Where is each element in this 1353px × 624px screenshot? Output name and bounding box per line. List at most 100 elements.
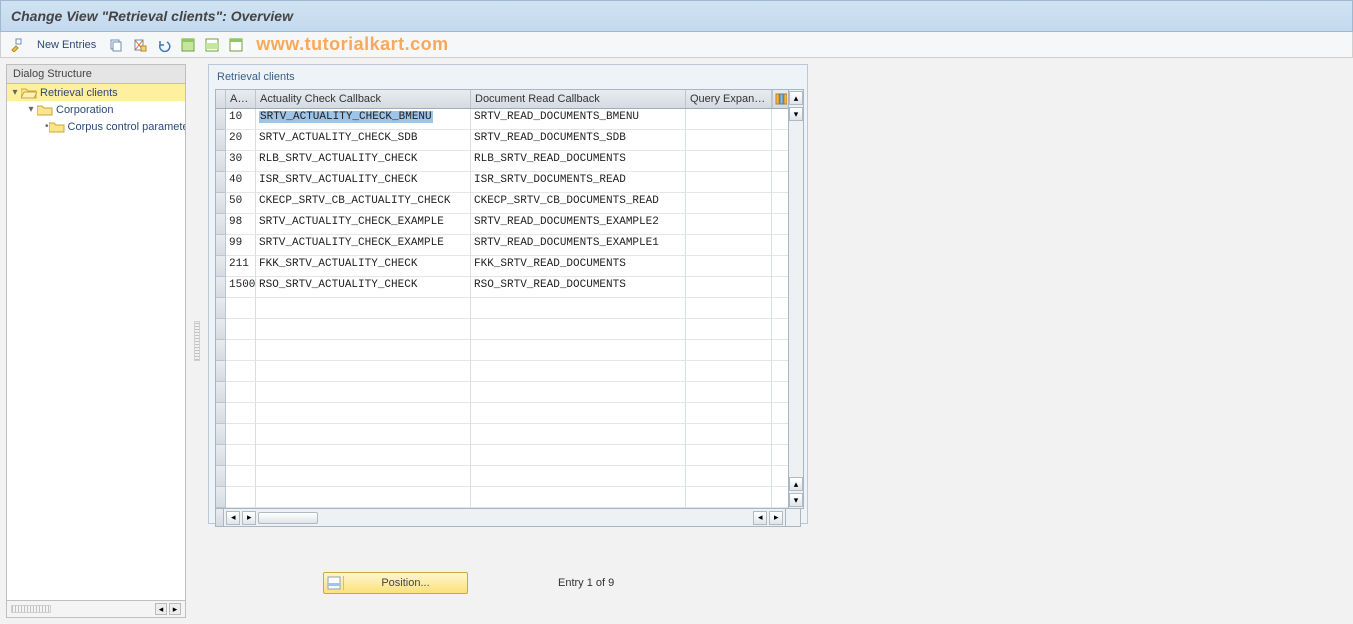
table-cell[interactable] <box>471 466 686 487</box>
table-cell[interactable]: 1500 <box>226 277 256 298</box>
table-cell[interactable] <box>226 424 256 445</box>
table-cell[interactable]: SRTV_READ_DOCUMENTS_BMENU <box>471 109 686 130</box>
table-cell[interactable] <box>471 445 686 466</box>
deselect-all-icon[interactable] <box>226 35 246 55</box>
row-selector[interactable] <box>216 130 226 151</box>
table-cell[interactable] <box>256 340 471 361</box>
table-cell[interactable] <box>686 340 772 361</box>
row-selector[interactable] <box>216 193 226 214</box>
select-all-icon[interactable] <box>178 35 198 55</box>
expander-icon[interactable]: ▾ <box>9 87 21 98</box>
table-cell[interactable] <box>256 361 471 382</box>
tree-node-retrieval-clients[interactable]: ▾ Retrieval clients <box>7 84 185 101</box>
row-selector[interactable] <box>216 382 226 403</box>
row-selector[interactable] <box>216 445 226 466</box>
horizontal-scrollbar[interactable]: ◂ ▸ ◂ ▸ <box>224 509 786 527</box>
select-block-icon[interactable] <box>202 35 222 55</box>
table-cell[interactable] <box>471 298 686 319</box>
table-config-icon[interactable] <box>772 90 788 108</box>
table-cell[interactable] <box>471 340 686 361</box>
scroll-right-icon[interactable]: ▸ <box>169 603 181 615</box>
table-cell[interactable] <box>226 298 256 319</box>
table-cell[interactable] <box>256 382 471 403</box>
row-selector[interactable] <box>216 277 226 298</box>
table-cell[interactable] <box>686 109 772 130</box>
table-cell[interactable]: 98 <box>226 214 256 235</box>
row-selector[interactable] <box>216 172 226 193</box>
table-cell[interactable] <box>256 466 471 487</box>
table-cell[interactable] <box>686 445 772 466</box>
toggle-display-change-icon[interactable] <box>7 35 27 55</box>
table-cell[interactable] <box>256 445 471 466</box>
table-cell[interactable]: CKECP_SRTV_CB_ACTUALITY_CHECK <box>256 193 471 214</box>
dialog-structure-tree[interactable]: ▾ Retrieval clients ▾ Corporation • Corp… <box>6 84 186 601</box>
vertical-scrollbar[interactable]: ▴ ▾ ▴ ▾ <box>789 89 804 509</box>
scroll-thumb[interactable] <box>258 512 318 524</box>
table-cell[interactable] <box>686 382 772 403</box>
table-cell[interactable]: SRTV_ACTUALITY_CHECK_SDB <box>256 130 471 151</box>
row-selector[interactable] <box>216 340 226 361</box>
row-selector[interactable] <box>216 256 226 277</box>
table-cell[interactable]: 30 <box>226 151 256 172</box>
row-selector[interactable] <box>216 235 226 256</box>
table-cell[interactable] <box>226 445 256 466</box>
table-cell[interactable]: 40 <box>226 172 256 193</box>
tree-node-corporation[interactable]: ▾ Corporation <box>7 101 185 118</box>
drag-handle-icon[interactable] <box>11 605 51 613</box>
table-cell[interactable] <box>471 361 686 382</box>
table-cell[interactable] <box>226 466 256 487</box>
table-cell[interactable] <box>471 382 686 403</box>
table-cell[interactable] <box>686 361 772 382</box>
column-header-document-read[interactable]: Document Read Callback <box>471 90 686 108</box>
table-cell[interactable]: 10 <box>226 109 256 130</box>
table-cell[interactable]: ISR_SRTV_DOCUMENTS_READ <box>471 172 686 193</box>
row-selector[interactable] <box>216 109 226 130</box>
new-entries-button[interactable]: New Entries <box>31 39 102 51</box>
table-cell[interactable]: 99 <box>226 235 256 256</box>
table-cell[interactable] <box>686 487 772 508</box>
scroll-right-icon[interactable]: ▸ <box>242 511 256 525</box>
table-cell[interactable] <box>471 319 686 340</box>
table-cell[interactable] <box>471 424 686 445</box>
column-header-query-expansion[interactable]: Query Expansio <box>686 90 772 108</box>
table-cell[interactable] <box>686 151 772 172</box>
table-cell[interactable]: SRTV_READ_DOCUMENTS_EXAMPLE2 <box>471 214 686 235</box>
row-selector[interactable] <box>216 361 226 382</box>
table-cell[interactable] <box>686 319 772 340</box>
table-cell[interactable] <box>686 277 772 298</box>
table-cell[interactable] <box>226 403 256 424</box>
row-selector[interactable] <box>216 151 226 172</box>
table-cell[interactable] <box>226 382 256 403</box>
row-selector[interactable] <box>216 319 226 340</box>
row-selector[interactable] <box>216 487 226 508</box>
table-cell[interactable]: SRTV_ACTUALITY_CHECK_BMENU <box>256 109 471 130</box>
table-cell[interactable]: 50 <box>226 193 256 214</box>
table-cell[interactable]: SRTV_READ_DOCUMENTS_SDB <box>471 130 686 151</box>
table-cell[interactable]: SRTV_ACTUALITY_CHECK_EXAMPLE <box>256 235 471 256</box>
scroll-right2-icon[interactable]: ▸ <box>769 511 783 525</box>
table-cell[interactable] <box>686 424 772 445</box>
table-cell[interactable] <box>256 403 471 424</box>
scroll-up-icon[interactable]: ▴ <box>789 91 803 105</box>
table-cell[interactable]: SRTV_READ_DOCUMENTS_EXAMPLE1 <box>471 235 686 256</box>
row-selector[interactable] <box>216 466 226 487</box>
column-header-ap[interactable]: Ap... <box>226 90 256 108</box>
scroll-left-icon[interactable]: ◂ <box>155 603 167 615</box>
table-cell[interactable]: RSO_SRTV_READ_DOCUMENTS <box>471 277 686 298</box>
column-header-actuality-check[interactable]: Actuality Check Callback <box>256 90 471 108</box>
table-cell[interactable]: RLB_SRTV_READ_DOCUMENTS <box>471 151 686 172</box>
scroll-down-icon[interactable]: ▾ <box>789 107 803 121</box>
row-selector[interactable] <box>216 298 226 319</box>
copy-as-icon[interactable] <box>106 35 126 55</box>
table-cell[interactable] <box>256 487 471 508</box>
table-cell[interactable] <box>686 235 772 256</box>
table-cell[interactable] <box>226 361 256 382</box>
table-cell[interactable]: ISR_SRTV_ACTUALITY_CHECK <box>256 172 471 193</box>
position-button[interactable]: Position... <box>323 572 468 594</box>
tree-node-corpus-control[interactable]: • Corpus control parameters <box>7 118 185 135</box>
table-cell[interactable] <box>256 424 471 445</box>
table-cell[interactable] <box>256 319 471 340</box>
table-cell[interactable] <box>686 130 772 151</box>
table-cell[interactable]: SRTV_ACTUALITY_CHECK_EXAMPLE <box>256 214 471 235</box>
expander-icon[interactable]: ▾ <box>25 104 37 115</box>
